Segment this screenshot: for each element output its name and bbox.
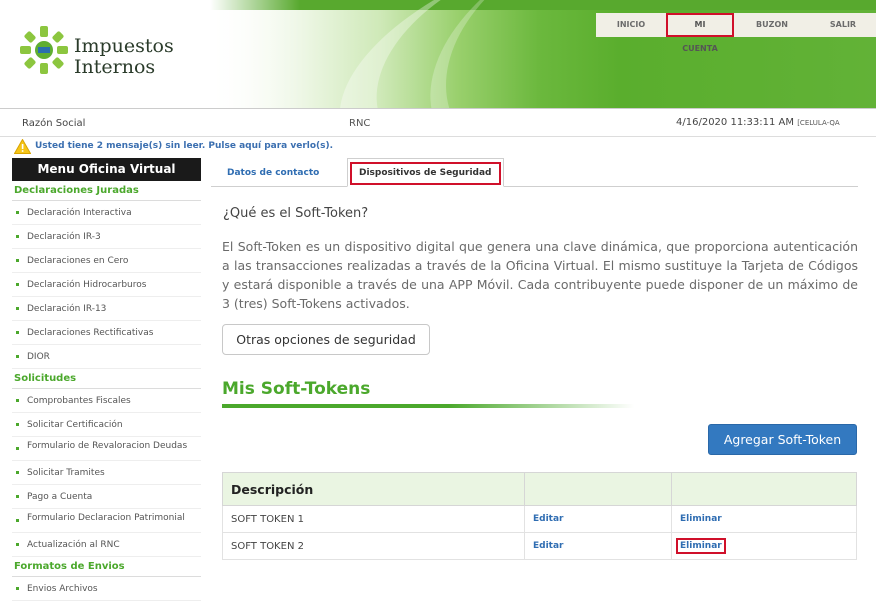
logo-sun-icon <box>20 26 68 74</box>
delete-link[interactable]: Eliminar <box>671 505 857 533</box>
sidebar-item-declaracion-ir13[interactable]: Declaración IR-13 <box>12 297 201 321</box>
table-row: SOFT TOKEN 1 Editar Eliminar <box>222 505 857 533</box>
bullet-icon <box>16 307 19 310</box>
bullet-icon <box>16 355 19 358</box>
unread-messages-link[interactable]: Usted tiene 2 mensaje(s) sin leer. Pulse… <box>35 141 333 151</box>
sidebar-item-label: Solicitar Certificación <box>27 420 123 430</box>
column-header-empty <box>524 472 672 506</box>
nav-mi-cuenta[interactable]: MI CUENTA <box>666 13 734 53</box>
sidebar-item-label: Formulario de Revaloracion Deudas <box>27 441 188 451</box>
bullet-icon <box>16 587 19 590</box>
bullet-icon <box>16 399 19 402</box>
top-navigation: INICIO MI CUENTA BUZON SALIR <box>596 13 876 53</box>
bullet-icon <box>16 283 19 286</box>
account-info-bar: Razón Social RNC 4/16/2020 11:33:11 AM [… <box>0 108 876 137</box>
sidebar-item-comprobantes-fiscales[interactable]: Comprobantes Fiscales <box>12 389 201 413</box>
sidebar-item-dior[interactable]: DIOR <box>12 345 201 369</box>
delete-cell: Eliminar <box>671 532 857 560</box>
sidebar-item-formulario-revaloracion[interactable]: Formulario de Revaloracion Deudas <box>12 437 201 461</box>
sidebar-item-declaraciones-cero[interactable]: Declaraciones en Cero <box>12 249 201 273</box>
nav-salir[interactable]: SALIR <box>810 13 876 37</box>
tab-label: Dispositivos de Seguridad <box>359 168 492 178</box>
celula-label: [CELULA-QA <box>797 119 840 127</box>
sidebar-item-label: Declaración IR-13 <box>27 304 107 314</box>
tab-dispositivos-seguridad[interactable]: Dispositivos de Seguridad <box>347 158 504 187</box>
sidebar-item-label: DIOR <box>27 352 50 362</box>
my-soft-tokens-heading: Mis Soft-Tokens <box>222 379 371 399</box>
sidebar-item-label: Comprobantes Fiscales <box>27 396 131 406</box>
sidebar-item-declaracion-ir3[interactable]: Declaración IR-3 <box>12 225 201 249</box>
soft-tokens-table: Descripción SOFT TOKEN 1 Editar Eliminar… <box>222 472 857 560</box>
sidebar-item-label: Declaraciones Rectificativas <box>27 328 154 338</box>
edit-link[interactable]: Editar <box>524 532 672 560</box>
add-soft-token-button[interactable]: Agregar Soft-Token <box>708 424 857 455</box>
sidebar-item-label: Solicitar Tramites <box>27 468 105 478</box>
soft-token-description: El Soft-Token es un dispositivo digital … <box>222 239 858 311</box>
bullet-icon <box>16 211 19 214</box>
razon-social-label: Razón Social <box>22 118 86 129</box>
sidebar-item-declaracion-hidrocarburos[interactable]: Declaración Hidrocarburos <box>12 273 201 297</box>
bullet-icon <box>16 471 19 474</box>
rnc-label: RNC <box>349 118 371 129</box>
warning-icon <box>14 139 31 154</box>
sidebar-item-label: Declaraciones en Cero <box>27 256 129 266</box>
delete-link[interactable]: Eliminar <box>676 538 726 554</box>
tab-bar: Datos de contacto Dispositivos de Seguri… <box>211 158 858 187</box>
soft-token-question-title: ¿Qué es el Soft-Token? <box>223 206 369 221</box>
column-header-descripcion: Descripción <box>222 472 525 506</box>
table-header-row: Descripción <box>222 472 857 506</box>
bullet-icon <box>16 543 19 546</box>
bullet-icon <box>16 331 19 334</box>
nav-buzon[interactable]: BUZON <box>734 13 810 37</box>
sidebar-item-pago-cuenta[interactable]: Pago a Cuenta <box>12 485 201 509</box>
bullet-icon <box>16 519 19 522</box>
sidebar-item-formulario-patrimonial[interactable]: Formulario Declaracion Patrimonial <box>12 509 201 533</box>
sidebar-item-label: Actualización al RNC <box>27 540 120 550</box>
sidebar-item-label: Formulario Declaracion Patrimonial <box>27 513 185 523</box>
sidebar-item-declaraciones-rectificativas[interactable]: Declaraciones Rectificativas <box>12 321 201 345</box>
token-description: SOFT TOKEN 1 <box>222 505 525 533</box>
token-description: SOFT TOKEN 2 <box>222 532 525 560</box>
sidebar-item-label: Pago a Cuenta <box>27 492 93 502</box>
other-security-options-button[interactable]: Otras opciones de seguridad <box>222 324 430 355</box>
bullet-icon <box>16 259 19 262</box>
sidebar-menu: Menu Oficina Virtual Declaraciones Jurad… <box>12 158 201 607</box>
sidebar-item-label: Envios Archivos <box>27 584 98 594</box>
sidebar-item-label: Declaración Interactiva <box>27 208 132 218</box>
sidebar-item-label: Declaración IR-3 <box>27 232 101 242</box>
section-declaraciones-juradas: Declaraciones Juradas <box>12 181 201 201</box>
sidebar-item-solicitar-certificacion[interactable]: Solicitar Certificación <box>12 413 201 437</box>
tab-datos-contacto[interactable]: Datos de contacto <box>216 160 330 187</box>
unread-message-bar: Usted tiene 2 mensaje(s) sin leer. Pulse… <box>0 137 876 158</box>
heading-underline <box>222 404 634 408</box>
dgii-logo[interactable]: Impuestos Internos <box>20 24 200 84</box>
logo-line1: Impuestos <box>74 35 174 57</box>
section-solicitudes: Solicitudes <box>12 369 201 389</box>
table-row: SOFT TOKEN 2 Editar Eliminar <box>222 532 857 560</box>
sidebar-item-solicitar-tramites[interactable]: Solicitar Tramites <box>12 461 201 485</box>
bullet-icon <box>16 235 19 238</box>
datetime-value: 4/16/2020 11:33:11 AM <box>676 117 795 128</box>
sidebar-title: Menu Oficina Virtual <box>12 158 201 181</box>
bullet-icon <box>16 495 19 498</box>
section-formatos-envios: Formatos de Envios <box>12 557 201 577</box>
column-header-empty <box>671 472 857 506</box>
logo-line2: Internos <box>74 56 156 78</box>
session-datetime: 4/16/2020 11:33:11 AM [CELULA-QA <box>676 117 840 128</box>
bullet-icon <box>16 447 19 450</box>
bullet-icon <box>16 423 19 426</box>
sidebar-item-label: Declaración Hidrocarburos <box>27 280 147 290</box>
site-header: Impuestos Internos INICIO MI CUENTA BUZO… <box>0 0 876 108</box>
sidebar-item-declaracion-interactiva[interactable]: Declaración Interactiva <box>12 201 201 225</box>
edit-link[interactable]: Editar <box>524 505 672 533</box>
sidebar-item-actualizacion-rnc[interactable]: Actualización al RNC <box>12 533 201 557</box>
nav-inicio[interactable]: INICIO <box>596 13 666 37</box>
sidebar-item-envios-archivos[interactable]: Envios Archivos <box>12 577 201 601</box>
